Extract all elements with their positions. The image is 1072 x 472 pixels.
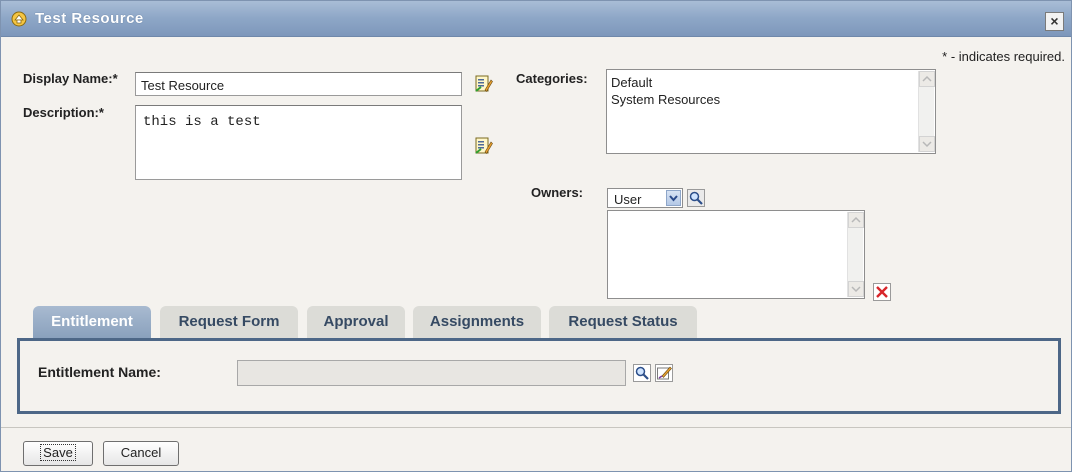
tab-request-form[interactable]: Request Form — [160, 306, 298, 338]
owners-label: Owners: — [531, 185, 584, 200]
categories-items: Default System Resources — [611, 74, 720, 108]
cancel-button-label[interactable]: Cancel — [121, 445, 161, 460]
save-button[interactable]: Save — [23, 441, 93, 466]
red-x-icon — [876, 286, 888, 298]
entitlement-name-input[interactable] — [237, 360, 626, 386]
display-name-label: Display Name:* — [23, 71, 118, 86]
scroll-up-icon[interactable] — [848, 212, 864, 228]
categories-label: Categories: — [516, 71, 588, 86]
categories-scrollbar[interactable] — [918, 71, 935, 152]
categories-listbox[interactable]: Default System Resources — [606, 69, 936, 154]
display-name-value: Test Resource — [141, 78, 225, 93]
entitlement-panel: Entitlement Name: — [17, 338, 1061, 414]
required-note: * - indicates required. — [942, 49, 1065, 64]
footer-divider — [1, 427, 1071, 428]
owner-search-button[interactable] — [687, 189, 705, 207]
owners-scrollbar[interactable] — [847, 212, 864, 297]
search-icon — [635, 366, 649, 380]
save-button-label[interactable]: Save — [40, 444, 76, 461]
category-item[interactable]: Default — [611, 74, 720, 91]
remove-owner-button[interactable] — [873, 283, 891, 301]
close-icon[interactable]: × — [1050, 13, 1058, 29]
display-name-input[interactable]: Test Resource — [135, 72, 462, 96]
close-button[interactable]: × — [1045, 12, 1064, 31]
chevron-down-icon[interactable] — [666, 190, 681, 206]
localize-edit-icon[interactable] — [475, 137, 493, 155]
description-label: Description:* — [23, 105, 104, 120]
description-value: this is a test — [143, 114, 261, 130]
entitlement-name-label: Entitlement Name: — [38, 364, 161, 380]
scroll-down-icon[interactable] — [848, 281, 864, 297]
tab-entitlement[interactable]: Entitlement — [33, 306, 151, 338]
scroll-down-icon[interactable] — [919, 136, 935, 152]
title-bar[interactable]: Test Resource × — [1, 1, 1071, 37]
localize-edit-icon[interactable] — [475, 75, 493, 93]
search-icon — [689, 191, 703, 205]
description-textarea[interactable]: this is a test — [135, 105, 462, 180]
cancel-button[interactable]: Cancel — [103, 441, 179, 466]
tab-assignments[interactable]: Assignments — [413, 306, 541, 338]
owners-listbox[interactable] — [607, 210, 865, 299]
entitlement-search-button[interactable] — [633, 364, 651, 382]
resource-dialog: Test Resource × * - indicates required. … — [0, 0, 1072, 472]
tab-approval[interactable]: Approval — [307, 306, 405, 338]
category-item[interactable]: System Resources — [611, 91, 720, 108]
owner-type-value: User — [614, 192, 642, 207]
dialog-title: Test Resource — [35, 10, 144, 27]
tab-request-status[interactable]: Request Status — [549, 306, 697, 338]
resource-icon — [11, 11, 27, 27]
pencil-icon — [657, 366, 672, 380]
owner-type-select[interactable]: User — [607, 188, 683, 208]
entitlement-edit-button[interactable] — [655, 364, 673, 382]
scroll-up-icon[interactable] — [919, 71, 935, 87]
